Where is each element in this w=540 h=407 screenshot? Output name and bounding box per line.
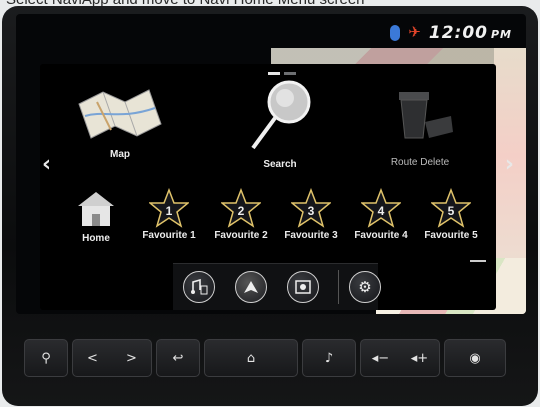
clock-ampm: PM xyxy=(490,28,512,41)
navi-home-menu: ‹ › Map Search Route Delete Home 1 Favou… xyxy=(40,64,514,310)
back-icon: ↩ xyxy=(172,350,184,366)
map-tile[interactable]: Map xyxy=(70,84,170,160)
house-icon xyxy=(78,192,114,226)
clock: 12:00 PM xyxy=(429,23,512,43)
volume-up-icon[interactable]: ◂+ xyxy=(411,351,428,366)
map-tile-label: Map xyxy=(110,149,130,160)
audio-app-icon xyxy=(191,279,208,295)
star-icon: 4 xyxy=(361,188,401,228)
svg-text:1: 1 xyxy=(166,204,173,218)
magnifier-icon xyxy=(251,80,311,150)
gps-off-icon: ✈ xyxy=(408,24,421,41)
volume-buttons[interactable]: ◂− ◂+ xyxy=(360,339,440,377)
dock-separator xyxy=(338,270,339,304)
next-icon[interactable]: > xyxy=(126,351,137,366)
favourite-4-label: Favourite 4 xyxy=(354,230,408,241)
star-icon: 5 xyxy=(431,188,471,228)
star-icon: 3 xyxy=(291,188,331,228)
page-indicator xyxy=(268,72,296,75)
audio-app-button[interactable] xyxy=(183,271,215,303)
previous-icon[interactable]: < xyxy=(87,351,98,366)
seek-buttons[interactable]: < > xyxy=(72,339,152,377)
volume-down-icon[interactable]: ◂− xyxy=(372,351,389,366)
home-button[interactable]: ⌂ xyxy=(204,339,298,377)
star-icon: 1 xyxy=(149,188,189,228)
bluetooth-icon xyxy=(390,25,401,41)
home-tile-label: Home xyxy=(82,233,110,244)
navigation-app-button[interactable] xyxy=(235,271,267,303)
svg-text:2: 2 xyxy=(238,204,245,218)
media-power-icon: ♪ xyxy=(324,350,334,366)
display-screen: ✈ 12:00 PM ‹ › Map Search Route Delete H… xyxy=(16,14,526,314)
trash-bin-icon xyxy=(399,92,453,139)
favourite-1-label: Favourite 1 xyxy=(142,230,196,241)
head-unit-bezel: ✈ 12:00 PM ‹ › Map Search Route Delete H… xyxy=(2,6,538,406)
search-tile-label: Search xyxy=(263,159,297,170)
location-button[interactable]: ⚲ xyxy=(24,339,68,377)
folded-map-icon xyxy=(78,89,162,139)
next-page-arrow[interactable]: › xyxy=(505,152,514,177)
voice-button[interactable]: ◉ xyxy=(444,339,506,377)
favourite-4[interactable]: 4 Favourite 4 xyxy=(348,188,414,241)
clock-time: 12:00 xyxy=(428,23,488,43)
location-icon: ⚲ xyxy=(41,350,51,366)
media-app-button[interactable] xyxy=(287,271,319,303)
voice-icon: ◉ xyxy=(469,350,481,366)
home-icon: ⌂ xyxy=(246,350,256,366)
media-app-icon xyxy=(295,280,311,294)
app-dock: ⚙ xyxy=(173,263,381,310)
route-delete-tile-label: Route Delete xyxy=(390,157,450,168)
home-tile[interactable]: Home xyxy=(68,188,124,244)
favourite-2[interactable]: 2 Favourite 2 xyxy=(208,188,274,241)
navigation-app-icon xyxy=(244,281,258,293)
settings-button[interactable]: ⚙ xyxy=(349,271,381,303)
favourite-5[interactable]: 5 Favourite 5 xyxy=(418,188,484,241)
star-icon: 2 xyxy=(221,188,261,228)
media-power-button[interactable]: ♪ xyxy=(302,339,356,377)
svg-text:3: 3 xyxy=(308,204,315,218)
page-dot xyxy=(284,72,296,75)
svg-text:5: 5 xyxy=(448,204,455,218)
previous-page-arrow[interactable]: ‹ xyxy=(42,152,51,177)
settings-icon: ⚙ xyxy=(358,278,372,296)
favourite-1[interactable]: 1 Favourite 1 xyxy=(136,188,202,241)
favourite-3-label: Favourite 3 xyxy=(284,230,338,241)
hardware-buttons: ⚲ < > ↩ ⌂ ♪ ◂− ◂+ ◉ xyxy=(24,339,518,377)
favourite-3[interactable]: 3 Favourite 3 xyxy=(278,188,344,241)
page-dot xyxy=(268,72,280,75)
svg-text:4: 4 xyxy=(378,204,385,218)
favourite-5-label: Favourite 5 xyxy=(424,230,478,241)
favourite-2-label: Favourite 2 xyxy=(214,230,268,241)
search-tile[interactable]: Search xyxy=(230,76,330,170)
route-delete-tile[interactable]: Route Delete xyxy=(370,82,470,168)
status-bar: ✈ 12:00 PM xyxy=(390,20,512,46)
collapse-handle[interactable] xyxy=(470,260,486,262)
back-button[interactable]: ↩ xyxy=(156,339,200,377)
